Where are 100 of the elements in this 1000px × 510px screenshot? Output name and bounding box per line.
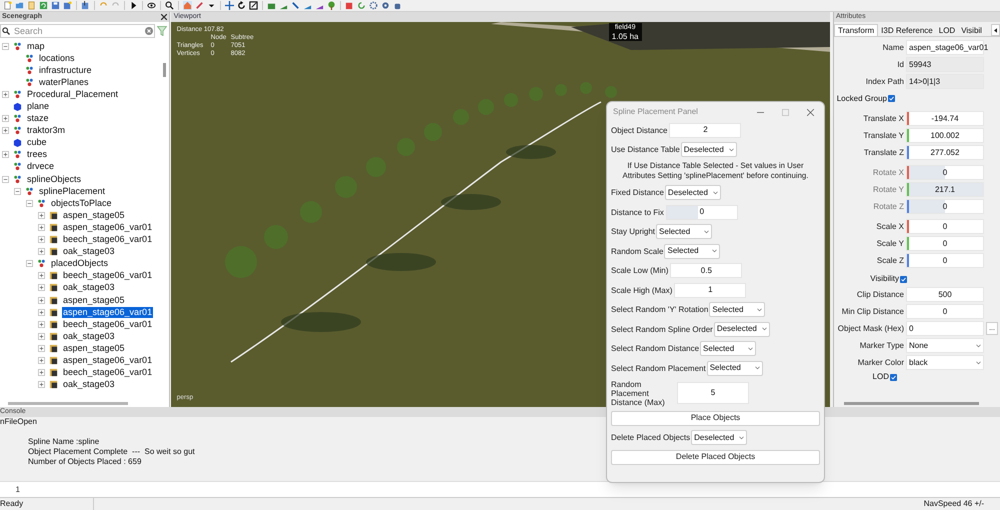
tree-item[interactable]: oak_stage03 — [62, 330, 116, 342]
tab[interactable]: Transform — [834, 24, 878, 36]
input-field[interactable]: -194.74 — [906, 111, 984, 126]
input-field[interactable]: 100.002 — [906, 128, 984, 143]
number-field[interactable]: 5 — [677, 382, 749, 404]
input-field[interactable]: 0 — [906, 165, 984, 180]
expand-icon[interactable] — [38, 296, 45, 304]
document-icon[interactable] — [3, 1, 12, 10]
dropdown[interactable]: Selected — [700, 341, 756, 356]
play-icon[interactable] — [129, 1, 138, 10]
tree-item[interactable]: aspen_stage05 — [62, 342, 126, 354]
close-icon[interactable] — [807, 108, 814, 116]
pencil-icon[interactable] — [195, 1, 204, 10]
scale-icon[interactable] — [249, 1, 258, 10]
tree-item[interactable]: beech_stage06_var01 — [62, 318, 154, 330]
filter-icon[interactable] — [156, 26, 167, 36]
input-field[interactable]: 0 — [906, 236, 984, 251]
refresh-icon[interactable] — [357, 1, 366, 10]
tree-item[interactable]: oak_stage03 — [62, 282, 116, 294]
tree-item[interactable]: map — [26, 40, 46, 52]
expand-icon[interactable] — [38, 224, 45, 231]
tree-item[interactable]: beech_stage06_var01 — [62, 367, 154, 378]
dropdown[interactable]: Selected — [656, 224, 712, 239]
expand-icon[interactable] — [38, 248, 45, 256]
tree-item[interactable]: splineObjects — [26, 174, 82, 185]
tree-item[interactable]: objectsToPlace — [50, 198, 113, 209]
expand-icon[interactable] — [2, 151, 9, 158]
collapse-icon[interactable] — [2, 42, 9, 50]
tree-item[interactable]: placedObjects — [50, 258, 110, 270]
expand-icon[interactable] — [2, 115, 9, 122]
input-field[interactable]: 0 — [906, 219, 984, 234]
tree-item[interactable]: aspen_stage06_var01 — [62, 222, 154, 233]
scroll-left-button[interactable] — [991, 24, 1000, 36]
collapse-icon[interactable] — [2, 176, 9, 183]
number-field[interactable]: 0 — [666, 204, 738, 220]
expand-icon[interactable] — [2, 90, 9, 98]
dropdown[interactable]: Selected — [706, 360, 763, 376]
refresh-icon[interactable] — [39, 1, 48, 10]
tree-item[interactable]: beech_stage06_var01 — [62, 270, 154, 282]
search-field[interactable]: Search — [0, 24, 155, 38]
checkbox[interactable] — [888, 95, 895, 102]
move-icon[interactable] — [225, 1, 234, 10]
clear-icon[interactable] — [144, 26, 153, 34]
close-icon[interactable] — [160, 14, 167, 20]
folder-icon[interactable] — [15, 1, 24, 10]
expand-icon[interactable] — [38, 332, 45, 340]
tree-item[interactable]: aspen_stage05 — [62, 210, 126, 221]
action-button[interactable]: Delete Placed Objects — [611, 450, 820, 464]
expand-icon[interactable] — [38, 284, 45, 292]
scrollbar-thumb[interactable] — [844, 402, 979, 404]
save-icon[interactable] — [51, 1, 60, 10]
expand-icon[interactable] — [38, 381, 45, 388]
expand-icon[interactable] — [38, 308, 45, 316]
tree-item[interactable]: waterPlanes — [38, 76, 90, 88]
number-field[interactable]: 1 — [674, 282, 746, 298]
input-field[interactable]: 0 — [906, 199, 984, 214]
dropdown[interactable]: Selected — [709, 302, 766, 317]
tree-item[interactable]: aspen_stage06_var01 — [62, 354, 154, 366]
expand-icon[interactable] — [38, 356, 45, 364]
input-field[interactable]: 0 — [906, 321, 984, 336]
input-field[interactable]: 0 — [906, 304, 984, 319]
tree-item[interactable]: cube — [26, 137, 48, 148]
collapse-icon[interactable] — [26, 260, 33, 268]
tree-item[interactable]: plane — [26, 101, 50, 112]
checkbox[interactable] — [890, 374, 897, 380]
expand-icon[interactable] — [38, 272, 45, 280]
tree-icon[interactable] — [327, 1, 336, 10]
scrollbar-thumb[interactable] — [163, 63, 166, 77]
dropdown[interactable]: Deselected — [691, 430, 748, 445]
tree-item[interactable]: aspen_stage05 — [62, 294, 126, 306]
tree-item[interactable]: beech_stage06_var01 — [62, 234, 154, 246]
tree-item[interactable]: infrastructure — [38, 64, 93, 76]
scrollbar-thumb[interactable] — [8, 402, 128, 404]
collapse-icon[interactable] — [26, 200, 33, 207]
tree-item[interactable]: trees — [26, 149, 48, 160]
expand-icon[interactable] — [38, 344, 45, 352]
expand-icon[interactable] — [38, 369, 45, 376]
dropdown[interactable]: None — [906, 338, 984, 353]
notepad-icon[interactable] — [27, 1, 36, 10]
dropdown[interactable]: Deselected — [680, 142, 737, 157]
search-icon[interactable] — [165, 1, 174, 10]
input-field[interactable]: 0 — [906, 253, 984, 268]
number-field[interactable]: 0.5 — [670, 263, 742, 278]
dropdown[interactable]: Deselected — [664, 185, 721, 200]
tree-item[interactable]: drvece — [26, 161, 56, 172]
tree-item[interactable]: Procedural_Placement — [26, 88, 120, 100]
dropdown[interactable]: Selected — [664, 244, 720, 258]
dropdown[interactable]: black — [906, 355, 984, 370]
tree-item[interactable]: staze — [26, 113, 50, 124]
expand-icon[interactable] — [2, 127, 9, 134]
input-field[interactable]: 500 — [906, 287, 984, 302]
checkbox[interactable] — [900, 276, 907, 282]
expand-icon[interactable] — [38, 212, 45, 219]
input-field[interactable]: 217.1 — [906, 182, 984, 197]
collapse-icon[interactable] — [14, 188, 21, 195]
input-field[interactable]: 277.052 — [906, 145, 984, 160]
dropdown[interactable]: Deselected — [714, 322, 770, 336]
tree-item[interactable]: aspen_stage06_var01 — [62, 306, 154, 318]
expand-icon[interactable] — [38, 320, 45, 328]
number-field[interactable]: 2 — [669, 122, 742, 138]
